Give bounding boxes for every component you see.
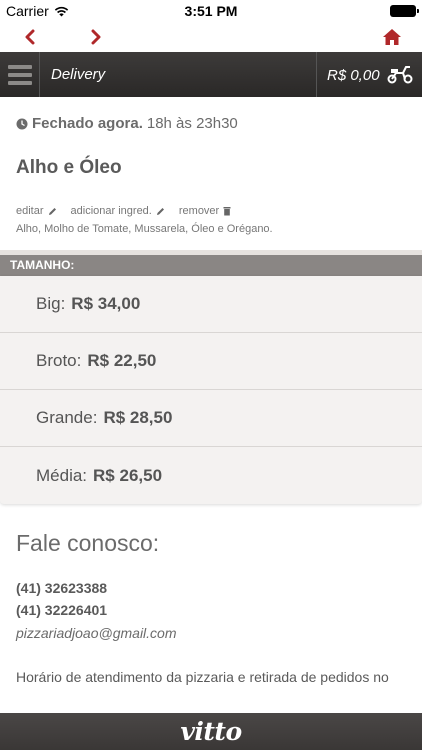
back-button[interactable] <box>17 24 43 50</box>
footer-bar: vitto <box>0 713 422 750</box>
browser-nav <box>0 22 422 52</box>
vitto-logo: vitto <box>180 717 242 746</box>
size-price: R$ 26,50 <box>93 465 163 485</box>
size-price: R$ 22,50 <box>87 351 157 370</box>
chevron-right-icon <box>91 29 101 45</box>
clock: 3:51 PM <box>184 3 238 19</box>
menu-bar <box>7 72 32 77</box>
edit-button[interactable]: editar <box>16 205 57 217</box>
battery-icon <box>390 5 419 17</box>
size-label: Broto: <box>36 351 82 370</box>
phone-number[interactable]: (41) 32623388 <box>16 580 107 596</box>
store-status-label: Fechado agora. <box>32 115 143 132</box>
service-hours-text: Horário de atendimento da pizzaria e ret… <box>16 669 389 685</box>
chevron-left-icon <box>25 29 35 45</box>
product-title: Alho e Óleo <box>16 157 122 178</box>
store-hours: 18h às 23h30 <box>146 115 238 132</box>
scooter-icon <box>387 66 413 84</box>
menu-bar <box>7 64 32 69</box>
forward-button[interactable] <box>83 24 109 50</box>
size-price: R$ 28,50 <box>103 408 173 427</box>
size-label: Média: <box>36 465 88 485</box>
contact-title: Fale conosco: <box>16 530 160 556</box>
size-label: Grande: <box>36 408 98 427</box>
product-actions: editar adicionar ingred. remover <box>16 205 231 217</box>
product-ingredients: Alho, Molho de Tomate, Mussarela, Óleo e… <box>16 223 273 235</box>
trash-icon <box>223 207 231 216</box>
size-option-broto[interactable]: Broto: R$ 22,50 <box>0 333 422 390</box>
app-header: Delivery R$ 0,00 <box>0 52 422 97</box>
size-option-big[interactable]: Big: R$ 34,00 <box>0 276 422 333</box>
home-icon <box>383 29 401 45</box>
pencil-icon <box>156 207 164 215</box>
size-price: R$ 34,00 <box>71 294 141 313</box>
add-ingredient-label: adicionar ingred. <box>70 205 152 217</box>
phone-number[interactable]: (41) 32226401 <box>16 602 107 618</box>
add-ingredient-button[interactable]: adicionar ingred. <box>71 205 165 217</box>
size-label: Big: <box>36 294 66 313</box>
size-list: Big: R$ 34,00 Broto: R$ 22,50 Grande: R$… <box>0 276 422 504</box>
edit-label: editar <box>16 205 44 217</box>
menu-button[interactable] <box>0 52 40 97</box>
remove-button[interactable]: remover <box>179 205 231 217</box>
home-button[interactable] <box>379 24 405 50</box>
header-title: Delivery <box>51 66 106 83</box>
menu-bar <box>7 80 32 85</box>
status-bar: Carrier 3:51 PM <box>0 0 422 22</box>
pencil-icon <box>48 207 56 215</box>
store-status: Fechado agora. 18h às 23h30 <box>16 115 238 132</box>
size-option-grande[interactable]: Grande: R$ 28,50 <box>0 390 422 447</box>
email-link[interactable]: pizzariadjoao@gmail.com <box>16 625 177 641</box>
clock-icon <box>16 118 28 129</box>
cart-total: R$ 0,00 <box>327 67 380 84</box>
size-option-media[interactable]: Média: R$ 26,50 <box>0 447 422 504</box>
cart-button[interactable]: R$ 0,00 <box>316 52 422 97</box>
size-section-header: TAMANHO: <box>0 255 422 276</box>
remove-label: remover <box>178 205 220 217</box>
